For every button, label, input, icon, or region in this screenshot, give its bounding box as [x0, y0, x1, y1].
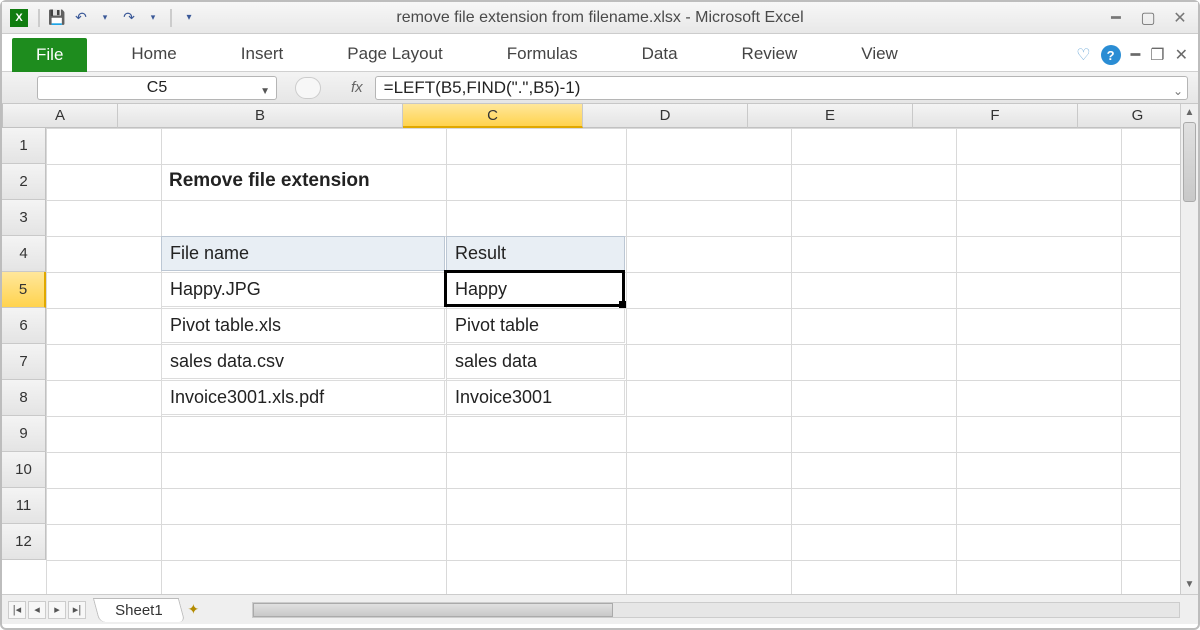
column-headers: ABCDEFG [2, 104, 1180, 128]
worksheet-grid: ABCDEFG 123456789101112 Remove file exte… [2, 104, 1198, 624]
maximize-icon[interactable]: ▢ [1138, 8, 1158, 28]
col-header-A[interactable]: A [3, 104, 118, 128]
formula-text: =LEFT(B5,FIND(".",B5)-1) [384, 78, 581, 97]
tab-data[interactable]: Data [622, 37, 698, 71]
sheet-nav-first-icon[interactable]: |◂ [8, 601, 26, 619]
cell-B8[interactable]: Invoice3001.xls.pdf [161, 380, 445, 415]
row-header-2[interactable]: 2 [2, 164, 46, 200]
row-header-11[interactable]: 11 [2, 488, 46, 524]
tab-review[interactable]: Review [722, 37, 818, 71]
cell-C8[interactable]: Invoice3001 [446, 380, 625, 415]
row-header-5[interactable]: 5 [2, 272, 46, 308]
row-header-3[interactable]: 3 [2, 200, 46, 236]
row-header-1[interactable]: 1 [2, 128, 46, 164]
fx-icon[interactable]: fx [351, 79, 363, 96]
col-header-E[interactable]: E [748, 104, 913, 128]
file-tab[interactable]: File [12, 38, 87, 72]
row-header-10[interactable]: 10 [2, 452, 46, 488]
row-headers: 123456789101112 [2, 128, 46, 560]
new-sheet-icon[interactable]: ✦ [188, 601, 212, 619]
formula-bar-row: C5 ▼ fx =LEFT(B5,FIND(".",B5)-1) ⌄ [2, 72, 1198, 104]
qat-customize-icon[interactable]: ▾ [178, 7, 200, 29]
title-bar: X 💾 ↶ ▾ ↷ ▾ ▾ remove file extension from… [2, 2, 1198, 34]
col-header-D[interactable]: D [583, 104, 748, 128]
redo-icon[interactable]: ↷ [118, 7, 140, 29]
sheet-tab-active[interactable]: Sheet1 [93, 598, 185, 622]
help-icon[interactable]: ? [1101, 45, 1121, 65]
col-header-B[interactable]: B [118, 104, 403, 128]
excel-icon[interactable]: X [10, 9, 28, 27]
row-header-9[interactable]: 9 [2, 416, 46, 452]
minimize-icon[interactable]: ━ [1106, 8, 1126, 28]
col-header-F[interactable]: F [913, 104, 1078, 128]
scroll-up-icon[interactable]: ▲ [1181, 104, 1198, 122]
row-header-12[interactable]: 12 [2, 524, 46, 560]
tab-view[interactable]: View [841, 37, 918, 71]
horizontal-scroll-thumb[interactable] [253, 603, 613, 617]
sheet-tab-bar: |◂ ◂ ▸ ▸| Sheet1 ✦ [2, 594, 1198, 624]
vertical-scroll-thumb[interactable] [1183, 122, 1196, 202]
sheet-tab-label: Sheet1 [115, 602, 163, 619]
scroll-down-icon[interactable]: ▼ [1181, 576, 1198, 594]
quick-access-toolbar: X 💾 ↶ ▾ ↷ ▾ ▾ [10, 7, 200, 29]
workbook-close-icon[interactable]: ✕ [1175, 45, 1188, 65]
undo-dropdown-icon[interactable]: ▾ [94, 7, 116, 29]
sheet-nav-last-icon[interactable]: ▸| [68, 601, 86, 619]
formula-bar[interactable]: =LEFT(B5,FIND(".",B5)-1) ⌄ [375, 76, 1188, 100]
col-header-C[interactable]: C [403, 104, 583, 128]
tab-insert[interactable]: Insert [221, 37, 304, 71]
cell-B5[interactable]: Happy.JPG [161, 272, 445, 307]
cell-B2[interactable]: Remove file extension [161, 164, 561, 199]
tab-page-layout[interactable]: Page Layout [327, 37, 462, 71]
name-box[interactable]: C5 ▼ [37, 76, 277, 100]
cell-B6[interactable]: Pivot table.xls [161, 308, 445, 343]
ribbon-minimize-icon[interactable]: ♡ [1076, 45, 1090, 65]
tab-home[interactable]: Home [111, 37, 196, 71]
row-header-6[interactable]: 6 [2, 308, 46, 344]
workbook-restore-icon[interactable]: ❐ [1150, 45, 1164, 65]
row-header-8[interactable]: 8 [2, 380, 46, 416]
row-header-4[interactable]: 4 [2, 236, 46, 272]
workbook-minimize-icon[interactable]: ━ [1131, 45, 1141, 65]
name-box-dropdown-icon[interactable]: ▼ [260, 81, 270, 103]
tab-formulas[interactable]: Formulas [487, 37, 598, 71]
cell-C6[interactable]: Pivot table [446, 308, 625, 343]
close-icon[interactable]: ✕ [1170, 8, 1190, 28]
undo-icon[interactable]: ↶ [70, 7, 92, 29]
cell-B7[interactable]: sales data.csv [161, 344, 445, 379]
fx-button-bg [295, 77, 321, 99]
sheet-nav-prev-icon[interactable]: ◂ [28, 601, 46, 619]
vertical-scrollbar[interactable]: ▲ ▼ [1180, 104, 1198, 594]
cell-B4[interactable]: File name [161, 236, 445, 271]
formula-expand-icon[interactable]: ⌄ [1173, 80, 1183, 102]
cell-C7[interactable]: sales data [446, 344, 625, 379]
save-icon[interactable]: 💾 [46, 7, 68, 29]
redo-dropdown-icon[interactable]: ▾ [142, 7, 164, 29]
row-header-7[interactable]: 7 [2, 344, 46, 380]
ribbon-tabs: File Home Insert Page Layout Formulas Da… [2, 34, 1198, 72]
horizontal-scrollbar[interactable] [252, 602, 1180, 618]
name-box-value: C5 [147, 79, 167, 96]
cell-C5[interactable]: Happy [446, 272, 625, 307]
cells-area[interactable]: Remove file extension File nameResultHapp… [46, 128, 1180, 594]
cell-C4[interactable]: Result [446, 236, 625, 271]
sheet-nav-next-icon[interactable]: ▸ [48, 601, 66, 619]
window-controls: ━ ▢ ✕ [1106, 8, 1190, 28]
